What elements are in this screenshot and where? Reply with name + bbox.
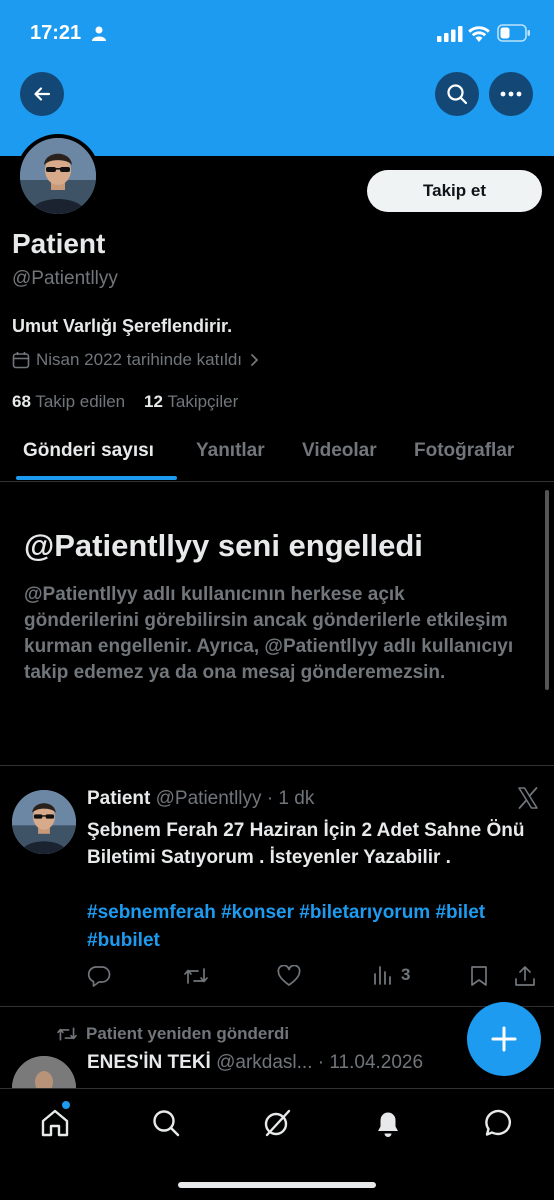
search-icon [447,84,468,105]
home-icon [41,1109,69,1137]
wifi-icon [468,25,490,47]
repost-label: Patient yeniden gönderdi [86,1024,290,1043]
joined-date[interactable]: Nisan 2022 tarihinde katıldı [12,350,260,370]
divider [0,1006,554,1007]
x-logo-icon [516,786,540,815]
tweet-actions: 3 [87,962,542,992]
repost-button[interactable] [183,965,209,987]
blocked-description: @Patientllyy adlı kullanıcının herkese a… [24,584,514,683]
tweet-header: Patient @Patientllyy · 1 dk [87,788,314,810]
joined-label: Nisan 2022 tarihinde katıldı [36,350,243,369]
person-icon [92,26,106,46]
arrow-left-icon [34,87,51,101]
back-button[interactable] [20,72,64,116]
tweet-handle[interactable]: @Patientllyy [156,788,262,809]
blocked-title: @Patientllyy seni engelledi [24,528,423,563]
nav-messages[interactable] [483,1107,515,1139]
compose-post-button[interactable] [467,1002,541,1076]
tweet-time: · 11.04.2026 [317,1052,424,1073]
reply-icon [87,966,111,987]
repost-indicator[interactable]: Patient yeniden gönderdi [56,1024,289,1044]
scrollbar[interactable] [545,490,549,690]
tab-posts[interactable]: Gönderi sayısı [23,440,154,462]
views-chart-icon [374,966,391,985]
nav-notifications[interactable] [372,1107,404,1139]
nav-grok[interactable] [261,1107,293,1139]
repost-icon [57,1027,77,1041]
nav-search[interactable] [150,1107,182,1139]
followers-link[interactable]: 12 Takipçiler [144,392,238,411]
profile-bio: Umut Varlığı Şereflendirir. [12,316,233,336]
status-bar: 17:21 [0,20,554,48]
profile-avatar[interactable] [16,134,100,218]
calendar-icon [12,352,30,369]
tweet-header: ENES'İN TEKİ @arkdasl... · 11.04.2026 [87,1052,423,1074]
heart-icon [277,965,301,986]
nav-home[interactable] [39,1107,71,1139]
followers-count: 12 [144,392,163,411]
tweet-author[interactable]: Patient [87,788,150,809]
tab-photos[interactable]: Fotoğraflar [414,440,514,462]
views-button[interactable]: 3 [373,965,410,985]
following-link[interactable]: 68 Takip edilen [12,392,125,411]
divider [0,765,554,766]
reply-button[interactable] [87,965,111,987]
plus-icon [491,1026,517,1052]
tab-replies[interactable]: Yanıtlar [196,440,265,462]
chat-icon [485,1109,512,1136]
tweet-hashtags[interactable]: #sebnemferah #konser #biletarıyorum #bil… [87,899,542,955]
more-options-button[interactable] [489,72,533,116]
profile-handle: @Patientllyy [12,268,118,289]
profile-tabs: Gönderi sayısı Yanıtlar Videolar Fotoğra… [0,428,554,482]
cellular-signal-icon [437,26,463,47]
tweet-author[interactable]: ENES'İN TEKİ [87,1052,211,1073]
status-time: 17:21 [30,22,82,44]
follow-counts: 68 Takip edilen 12 Takipçiler [12,392,238,412]
notification-dot [62,1101,70,1109]
tweet-time: · 1 dk [266,788,315,809]
bookmark-button[interactable] [469,965,489,987]
search-icon [153,1110,180,1137]
views-count: 3 [401,965,411,984]
battery-icon [497,24,531,47]
more-dots-icon [500,91,522,97]
active-tab-indicator [16,476,177,480]
search-button[interactable] [435,72,479,116]
share-button[interactable] [514,965,536,987]
following-label: Takip edilen [35,392,126,411]
follow-button[interactable]: Takip et [367,170,542,212]
bookmark-icon [471,966,487,986]
tweet-text: Şebnem Ferah 27 Haziran İçin 2 Adet Sahn… [87,820,525,868]
tab-videos[interactable]: Videolar [302,440,377,462]
chevron-right-icon [251,354,259,366]
tweet-avatar[interactable] [12,790,76,854]
tweet-handle[interactable]: @arkdasl... [216,1052,312,1073]
following-count: 68 [12,392,31,411]
followers-label: Takipçiler [167,392,239,411]
share-icon [515,966,535,986]
bell-icon [378,1112,398,1137]
repost-icon [184,968,208,984]
profile-name: Patient [12,228,106,259]
home-indicator[interactable] [178,1182,376,1188]
grok-icon [264,1109,291,1137]
like-button[interactable] [277,965,301,987]
